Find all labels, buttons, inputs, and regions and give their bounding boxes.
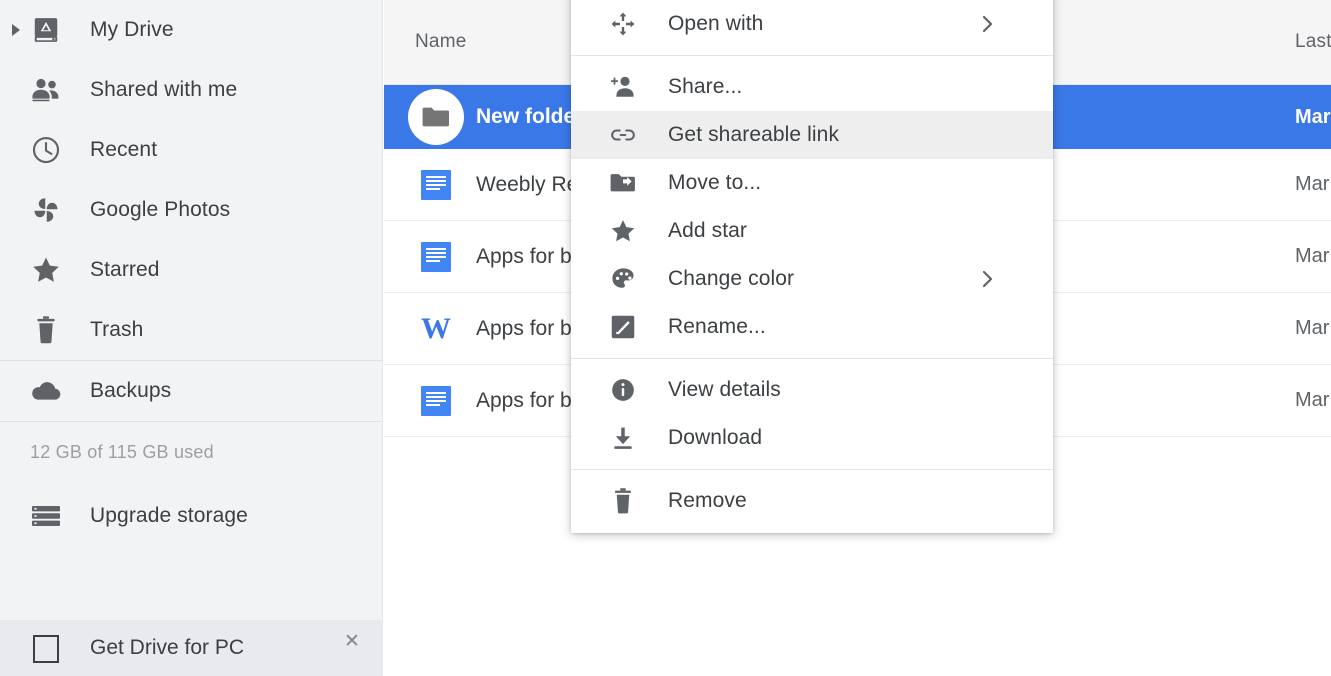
menu-item-label: Add star bbox=[668, 219, 748, 242]
trash-icon bbox=[609, 487, 637, 515]
drive-app-window: My Drive Shared with me Recent Google Ph… bbox=[0, 0, 1331, 676]
file-name: Apps for bu bbox=[476, 388, 584, 412]
menu-item-get-shareable-link[interactable]: Get shareable link bbox=[571, 111, 1053, 159]
upgrade-storage-button[interactable]: Upgrade storage bbox=[0, 483, 382, 549]
trash-icon bbox=[24, 315, 68, 345]
menu-item-open-with[interactable]: Open with bbox=[571, 0, 1053, 48]
photos-icon bbox=[24, 195, 68, 225]
sidebar-item-starred[interactable]: Starred bbox=[0, 240, 382, 300]
file-date: Mar bbox=[1295, 105, 1331, 128]
menu-group-remove: Remove bbox=[571, 477, 1053, 525]
download-icon bbox=[609, 424, 637, 452]
clock-icon bbox=[24, 135, 68, 165]
column-header-last-modified[interactable]: Last bbox=[1295, 31, 1331, 53]
file-date: Mar bbox=[1295, 245, 1330, 267]
gdocs-icon bbox=[408, 373, 464, 429]
folder-move-icon bbox=[609, 169, 637, 197]
word-doc-icon: W bbox=[421, 311, 451, 345]
link-icon bbox=[609, 121, 637, 149]
expand-triangle-icon[interactable] bbox=[8, 22, 24, 38]
storage-bars-icon bbox=[24, 503, 68, 529]
sidebar-item-google-photos[interactable]: Google Photos bbox=[0, 180, 382, 240]
menu-item-rename[interactable]: Rename... bbox=[571, 303, 1053, 351]
sidebar-item-label: My Drive bbox=[90, 18, 174, 41]
folder-icon bbox=[408, 89, 464, 145]
menu-item-add-star[interactable]: Add star bbox=[571, 207, 1053, 255]
people-icon bbox=[24, 76, 68, 104]
sidebar-item-backups[interactable]: Backups bbox=[0, 361, 382, 421]
menu-group-details: View details Download bbox=[571, 366, 1053, 462]
menu-item-download[interactable]: Download bbox=[571, 414, 1053, 462]
menu-separator bbox=[571, 358, 1053, 359]
sidebar-item-label: Backups bbox=[90, 379, 172, 402]
palette-icon bbox=[609, 265, 637, 293]
sidebar-item-label: Upgrade storage bbox=[90, 504, 248, 527]
file-name: Apps for bu bbox=[476, 316, 584, 340]
pencil-icon bbox=[609, 313, 637, 341]
file-date: Mar bbox=[1295, 389, 1330, 411]
drive-icon bbox=[24, 15, 68, 45]
context-menu: Open with Share... Get shareable link Mo… bbox=[571, 0, 1053, 533]
menu-item-label: Remove bbox=[668, 489, 747, 512]
sidebar-item-label: Starred bbox=[90, 258, 160, 281]
menu-item-label: Share... bbox=[668, 75, 743, 98]
menu-item-move-to[interactable]: Move to... bbox=[571, 159, 1053, 207]
menu-item-label: Change color bbox=[668, 267, 795, 290]
monitor-icon bbox=[24, 632, 68, 664]
menu-item-view-details[interactable]: View details bbox=[571, 366, 1053, 414]
gdocs-icon bbox=[408, 229, 464, 285]
menu-group-open: Open with bbox=[571, 0, 1053, 48]
menu-item-label: Move to... bbox=[668, 171, 762, 194]
star-icon bbox=[609, 217, 637, 245]
menu-item-label: Get shareable link bbox=[668, 123, 840, 146]
gdocs-icon bbox=[408, 157, 464, 213]
star-icon bbox=[24, 254, 68, 286]
file-date: Mar bbox=[1295, 317, 1330, 339]
chevron-right-icon bbox=[981, 15, 995, 33]
chevron-right-icon bbox=[981, 270, 995, 288]
sidebar-item-label: Recent bbox=[90, 138, 158, 161]
get-drive-for-pc-banner[interactable]: Get Drive for PC ✕ bbox=[0, 620, 383, 676]
menu-item-change-color[interactable]: Change color bbox=[571, 255, 1053, 303]
cloud-icon bbox=[24, 378, 68, 404]
banner-label: Get Drive for PC bbox=[90, 636, 245, 659]
menu-item-remove[interactable]: Remove bbox=[571, 477, 1053, 525]
sidebar-item-label: Trash bbox=[90, 318, 144, 341]
file-name: New folder bbox=[476, 105, 584, 128]
sidebar-item-label: Shared with me bbox=[90, 78, 238, 101]
menu-item-share[interactable]: Share... bbox=[571, 63, 1053, 111]
sidebar: My Drive Shared with me Recent Google Ph… bbox=[0, 0, 383, 676]
sidebar-item-shared-with-me[interactable]: Shared with me bbox=[0, 60, 382, 120]
sidebar-item-my-drive[interactable]: My Drive bbox=[0, 0, 382, 60]
move-arrows-icon bbox=[609, 10, 637, 38]
person-add-icon bbox=[609, 73, 637, 101]
file-name: Apps for bu bbox=[476, 244, 584, 268]
file-date: Mar bbox=[1295, 173, 1330, 195]
column-header-name[interactable]: Name bbox=[415, 31, 466, 53]
menu-separator bbox=[571, 469, 1053, 470]
close-icon[interactable]: ✕ bbox=[343, 632, 361, 651]
menu-item-label: Download bbox=[668, 426, 763, 449]
menu-item-label: Rename... bbox=[668, 315, 766, 338]
menu-item-label: View details bbox=[668, 378, 781, 401]
menu-separator bbox=[571, 55, 1053, 56]
menu-group-file-actions: Share... Get shareable link Move to... A… bbox=[571, 63, 1053, 351]
sidebar-item-label: Google Photos bbox=[90, 198, 231, 221]
sidebar-item-trash[interactable]: Trash bbox=[0, 300, 382, 360]
storage-usage-text: 12 GB of 115 GB used bbox=[30, 442, 214, 462]
info-icon bbox=[609, 376, 637, 404]
menu-item-label: Open with bbox=[668, 12, 764, 35]
sidebar-item-recent[interactable]: Recent bbox=[0, 120, 382, 180]
